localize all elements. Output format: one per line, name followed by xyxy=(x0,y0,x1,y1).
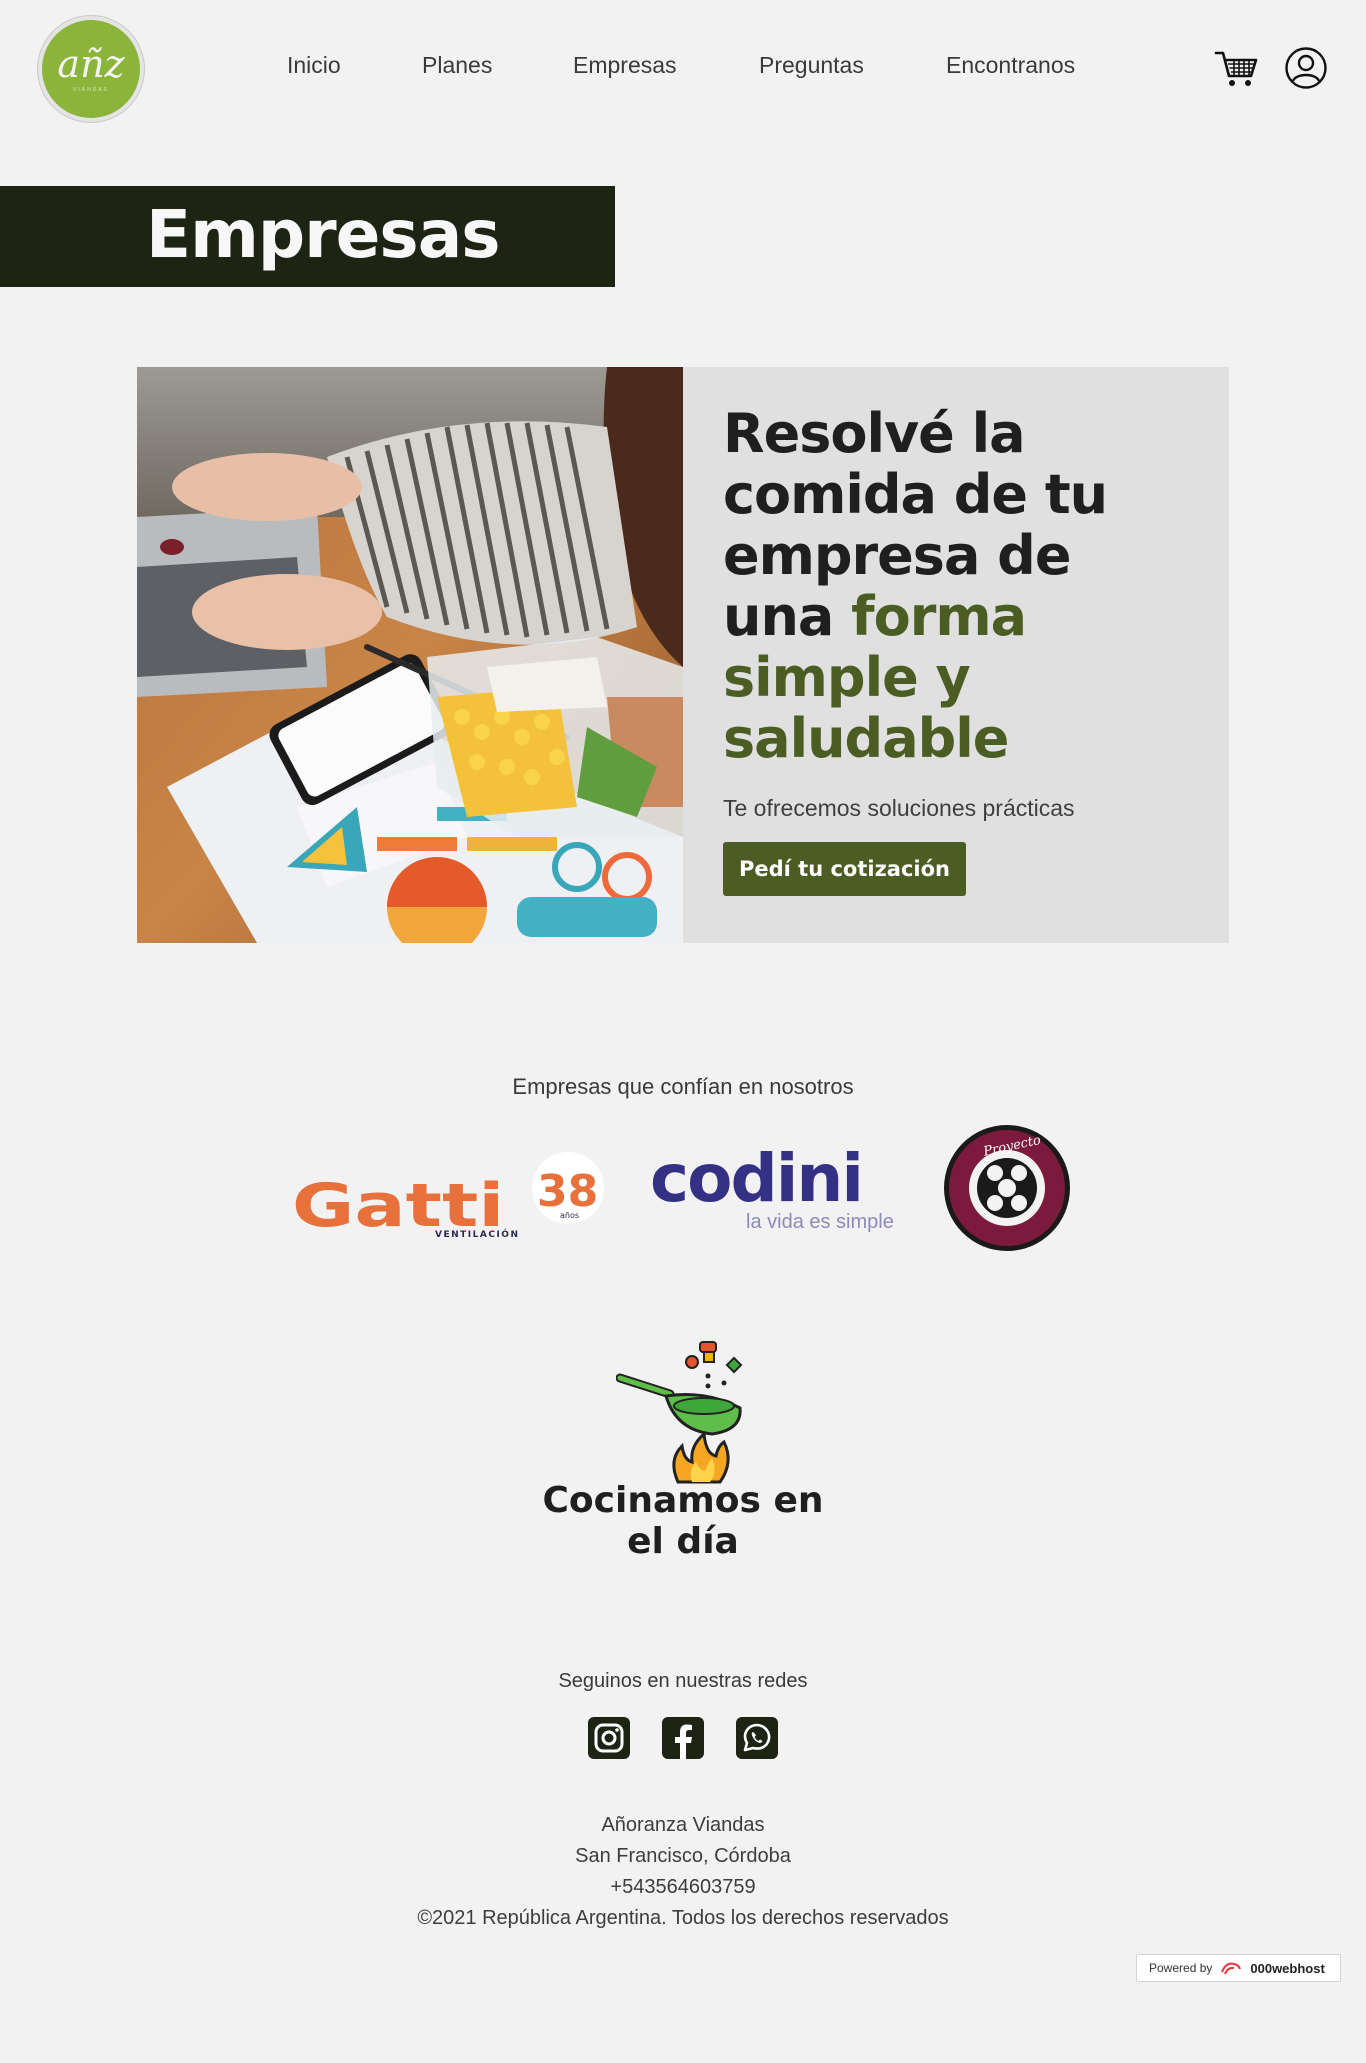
hero-section: Resolvé la comida de tu empresa de una f… xyxy=(137,367,1229,943)
cooking-title: Cocinamos en el día xyxy=(0,1480,1366,1562)
nav-item-preguntas[interactable]: Preguntas xyxy=(759,52,864,79)
facebook-icon[interactable] xyxy=(661,1716,705,1760)
company-logos: Gatti VENTILACIÓN 38 años codini la vida… xyxy=(0,1120,1366,1260)
whatsapp-icon[interactable] xyxy=(735,1716,779,1760)
nav-item-inicio[interactable]: Inicio xyxy=(287,52,341,79)
hero-title: Resolvé la comida de tu empresa de una f… xyxy=(723,403,1193,769)
nav-item-empresas[interactable]: Empresas xyxy=(573,52,677,79)
footer-location: San Francisco, Córdoba xyxy=(575,1845,791,1867)
svg-text:la vida es simple: la vida es simple xyxy=(746,1211,894,1233)
quote-button[interactable]: Pedí tu cotización xyxy=(723,842,967,896)
hero-copy: Resolvé la comida de tu empresa de una f… xyxy=(723,403,1193,896)
social-title: Seguinos en nuestras redes xyxy=(558,1670,808,1692)
footer-company: Añoranza Viandas xyxy=(601,1814,765,1836)
cooking-pan-icon xyxy=(615,1338,750,1484)
hero-subtitle: Te ofrecemos soluciones prácticas xyxy=(723,795,1075,821)
webhost-logo-icon xyxy=(1221,1962,1242,1975)
logo-gatti: Gatti VENTILACIÓN 38 años xyxy=(290,1140,615,1241)
logo-proyecto-cc: Proyecto xyxy=(942,1123,1072,1253)
logo-subtext: VIANDAS xyxy=(73,87,109,93)
powered-by-brand: 000webhost xyxy=(1250,1960,1325,1976)
page-title: Empresas xyxy=(146,196,501,273)
social-links xyxy=(587,1716,779,1762)
cooking-title-text: Cocinamos en el día xyxy=(542,1480,824,1562)
logo-codini: codini la vida es simple xyxy=(650,1135,910,1245)
powered-by-badge[interactable]: Powered by 000webhost xyxy=(1136,1954,1341,1982)
site-header: añz VIANDAS Inicio Planes Empresas Pregu… xyxy=(0,0,1366,140)
svg-text:38: 38 xyxy=(537,1166,598,1217)
svg-text:VENTILACIÓN: VENTILACIÓN xyxy=(435,1228,519,1240)
hero-image xyxy=(137,367,683,943)
footer-phone: +543564603759 xyxy=(610,1876,756,1898)
companies-title: Empresas que confían en nosotros xyxy=(512,1074,854,1099)
footer-copyright: ©2021 República Argentina. Todos los der… xyxy=(417,1907,949,1929)
footer-info: Añoranza Viandas San Francisco, Córdoba … xyxy=(0,1810,1366,1934)
powered-by-label: Powered by xyxy=(1149,1961,1213,1975)
page-title-band: Empresas xyxy=(0,186,615,287)
nav-item-planes[interactable]: Planes xyxy=(422,52,492,79)
svg-text:codini: codini xyxy=(650,1140,862,1217)
instagram-icon[interactable] xyxy=(587,1716,631,1760)
user-icon[interactable] xyxy=(1284,46,1328,90)
cart-icon[interactable] xyxy=(1214,46,1258,90)
svg-text:años: años xyxy=(560,1211,579,1220)
nav-item-encontranos[interactable]: Encontranos xyxy=(946,52,1075,79)
main-nav: Inicio Planes Empresas Preguntas Encontr… xyxy=(0,52,1366,86)
